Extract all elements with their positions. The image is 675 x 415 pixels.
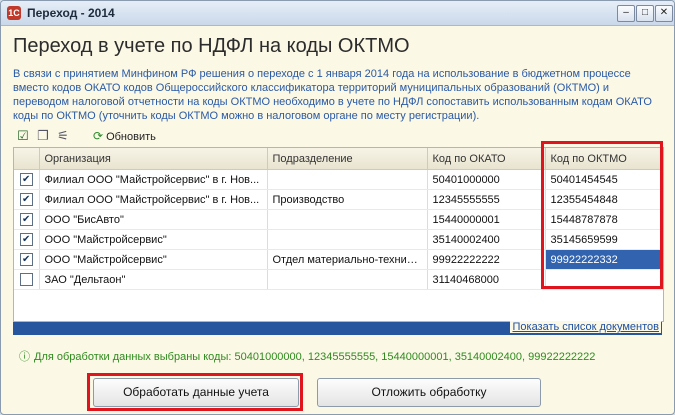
options-dropdown-icon[interactable]: ⚟	[55, 128, 71, 144]
postpone-button[interactable]: Отложить обработку	[317, 378, 541, 407]
title-bar[interactable]: 1C Переход - 2014 – □ ✕	[1, 1, 674, 26]
org-cell[interactable]: ООО "Майстройсервис"	[39, 229, 268, 250]
summary-text: Для обработки данных выбраны коды: 50401…	[34, 351, 596, 363]
dept-cell[interactable]	[267, 269, 428, 290]
oktmo-column-highlight	[541, 141, 663, 289]
dept-cell[interactable]: Производство	[267, 189, 428, 210]
okato-cell[interactable]: 35140002400	[427, 229, 546, 250]
column-header-department[interactable]: Подразделение	[267, 148, 428, 170]
org-cell[interactable]: Филиал ООО "Майстройсервис" в г. Нов...	[39, 169, 268, 190]
dept-cell[interactable]	[267, 229, 428, 250]
okato-cell[interactable]: 31140468000	[427, 269, 546, 290]
refresh-label: Обновить	[106, 131, 156, 143]
dept-cell[interactable]	[267, 209, 428, 230]
row-checkbox[interactable]: ✔	[19, 253, 33, 266]
okato-cell[interactable]: 50401000000	[427, 169, 546, 190]
column-header-check[interactable]	[14, 148, 40, 170]
org-cell[interactable]: ЗАО "Дельтаон"	[39, 269, 268, 290]
org-cell[interactable]: ООО "Майстройсервис"	[39, 249, 268, 270]
selected-codes-summary: ⓘ Для обработки данных выбраны коды: 5040…	[19, 348, 595, 364]
refresh-icon: ⟳	[93, 129, 104, 143]
info-icon: ⓘ	[19, 351, 30, 363]
column-header-okato[interactable]: Код по ОКАТО	[427, 148, 546, 170]
refresh-button[interactable]: ⟳ Обновить	[93, 129, 156, 143]
okato-cell[interactable]: 12345555555	[427, 189, 546, 210]
close-button[interactable]: ✕	[655, 5, 673, 22]
row-checkbox[interactable]: ✔	[19, 233, 33, 246]
okato-cell[interactable]: 15440000001	[427, 209, 546, 230]
dept-cell[interactable]: Отдел материально-технич...	[267, 249, 428, 270]
row-checkbox[interactable]: ✔	[19, 193, 33, 206]
process-button-highlight	[87, 373, 303, 411]
maximize-button[interactable]: □	[636, 5, 654, 22]
page-title: Переход в учете по НДФЛ на коды ОКТМО	[13, 35, 410, 57]
minimize-button[interactable]: –	[617, 5, 635, 22]
org-cell[interactable]: ООО "БисАвто"	[39, 209, 268, 230]
window-title: Переход - 2014	[27, 6, 115, 20]
dept-cell[interactable]	[267, 169, 428, 190]
check-all-icon[interactable]: ☑	[15, 128, 31, 144]
show-documents-link[interactable]: Показать список документов	[510, 321, 661, 333]
row-checkbox[interactable]: ✔	[19, 173, 33, 186]
main-window: 1C Переход - 2014 – □ ✕ Переход в учете …	[0, 0, 675, 415]
okato-cell[interactable]: 99922222222	[427, 249, 546, 270]
uncheck-all-icon[interactable]: ❐	[35, 128, 51, 144]
org-cell[interactable]: Филиал ООО "Майстройсервис" в г. Нов...	[39, 189, 268, 210]
info-description: В связи с принятием Минфином РФ решения …	[13, 68, 652, 122]
row-checkbox[interactable]	[19, 273, 33, 286]
app-icon: 1C	[7, 6, 21, 20]
column-header-organization[interactable]: Организация	[39, 148, 268, 170]
row-checkbox[interactable]: ✔	[19, 213, 33, 226]
